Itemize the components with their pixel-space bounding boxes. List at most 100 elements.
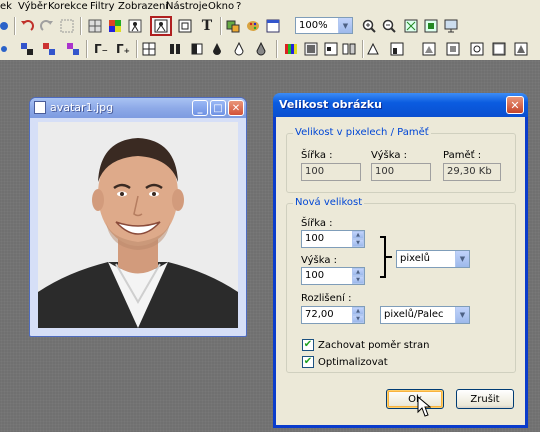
spin-down-icon[interactable]: ▼ [352,239,364,247]
maximize-icon[interactable]: □ [210,100,226,116]
resolution-unit-select[interactable]: pixelů/Palec ▼ [380,306,470,324]
cancel-button[interactable]: Zrušit [456,389,514,409]
minimize-icon[interactable]: _ [192,100,208,116]
split-icon[interactable] [340,40,358,58]
bars-icon[interactable] [166,40,184,58]
menu-file[interactable]: ek [0,1,12,12]
resolution-spinner[interactable]: 72,00 ▲ ▼ [301,306,365,324]
new-size-group-label: Nová velikost [293,197,365,208]
drop-half-icon[interactable] [252,40,270,58]
effect-red-icon[interactable] [40,40,58,58]
image-effect-icon[interactable] [512,40,530,58]
image-rotate-icon[interactable] [468,40,486,58]
current-height-field: 100 [371,163,431,181]
zoom-out-icon[interactable] [380,17,398,35]
chevron-down-icon[interactable]: ▼ [455,307,469,323]
spin-up-icon[interactable]: ▲ [352,268,364,276]
close-icon[interactable]: ✕ [228,100,244,116]
flip-icon[interactable] [364,40,382,58]
main-toolbar: T 100% ▼ [0,14,540,39]
menu-corrections[interactable]: Korekce [48,1,88,12]
dialog-titlebar[interactable]: Velikost obrázku ✕ [273,93,528,117]
grid-icon[interactable] [140,40,158,58]
chevron-down-icon[interactable]: ▼ [338,18,352,33]
current-width-field: 100 [301,163,361,181]
gamma-up-icon[interactable]: Γ₊ [114,40,132,58]
fullscreen-icon[interactable] [442,17,460,35]
unit-select[interactable]: pixelů ▼ [396,250,470,268]
menu-bar: ek Výběr Korekce Filtry Zobrazení Nástro… [0,0,540,14]
contrast-icon[interactable] [188,40,206,58]
gamma-down-icon[interactable]: Γ₋ [92,40,110,58]
unit-select-value: pixelů [400,253,431,264]
open-icon[interactable] [0,17,10,35]
effect-icon[interactable] [0,40,10,58]
spin-up-icon[interactable]: ▲ [352,231,364,239]
image-window-title: avatar1.jpg [50,101,114,114]
current-height-label: Výška : [371,150,407,161]
current-size-group-label: Velikost v pixelech / Paměť [293,127,431,138]
image-fit-icon[interactable] [420,40,438,58]
window-icon[interactable] [264,17,282,35]
resolution-label: Rozlišení : [301,293,352,304]
levels-icon[interactable] [302,40,320,58]
link-bracket-tick [386,256,392,258]
grid-icon[interactable] [86,17,104,35]
image-window-titlebar[interactable]: avatar1.jpg _ □ ✕ [30,98,246,118]
mouse-cursor-icon [417,396,431,417]
effect-blue-icon[interactable] [18,40,36,58]
image-crop-icon[interactable] [444,40,462,58]
optimize-checkbox[interactable]: ✔ [302,356,314,368]
text-icon[interactable]: T [198,17,216,35]
menu-filters[interactable]: Filtry [90,1,115,12]
person-icon[interactable] [126,17,144,35]
current-width-label: Šířka : [301,150,333,161]
close-icon[interactable]: ✕ [506,96,524,114]
new-width-value: 100 [305,233,325,244]
rotate-icon[interactable] [388,40,406,58]
chevron-down-icon[interactable]: ▼ [455,251,469,267]
menu-tools[interactable]: Nástroje [166,1,208,12]
palette-icon[interactable] [244,17,262,35]
fit-icon[interactable] [402,17,420,35]
resolution-value: 72,00 [305,309,334,320]
actual-size-icon[interactable] [422,17,440,35]
image-size-dialog[interactable]: Velikost obrázku ✕ Velikost v pixelech /… [273,93,528,428]
document-icon [34,101,46,114]
keep-ratio-checkbox[interactable]: ✔ [302,339,314,351]
image-frame-icon[interactable] [490,40,508,58]
menu-window[interactable]: Okno [208,1,234,12]
image-window[interactable]: avatar1.jpg _ □ ✕ [29,97,247,337]
resize-image-icon[interactable] [150,16,172,36]
new-width-label: Šířka : [301,218,333,229]
colors-icon[interactable] [106,17,124,35]
resolution-unit-value: pixelů/Palec [384,309,444,320]
redo-icon[interactable] [38,17,56,35]
menu-view[interactable]: Zobrazení [118,1,168,12]
menu-help[interactable]: ? [236,1,241,12]
canvas-icon[interactable] [176,17,194,35]
new-height-value: 100 [305,270,325,281]
mirror-icon[interactable] [322,40,340,58]
spin-down-icon[interactable]: ▼ [352,276,364,284]
adjust-toolbar: Γ₋ Γ₊ [0,38,540,61]
drop-outline-icon[interactable] [230,40,248,58]
select-icon[interactable] [58,17,76,35]
dialog-title: Velikost obrázku [279,98,382,111]
new-height-label: Výška : [301,255,337,266]
zoom-in-icon[interactable] [360,17,378,35]
color-bars-icon[interactable] [282,40,300,58]
new-width-spinner[interactable]: 100 ▲ ▼ [301,230,365,248]
memory-field: 29,30 Kb [443,163,501,181]
zoom-select[interactable]: 100% ▼ [295,17,353,34]
spin-down-icon[interactable]: ▼ [352,315,364,323]
spin-up-icon[interactable]: ▲ [352,307,364,315]
optimize-label: Optimalizovat [318,357,388,368]
drop-icon[interactable] [208,40,226,58]
ok-button[interactable]: Ok [386,389,444,409]
new-height-spinner[interactable]: 100 ▲ ▼ [301,267,365,285]
menu-selection[interactable]: Výběr [18,1,47,12]
tools-icon[interactable] [224,17,242,35]
undo-icon[interactable] [18,17,36,35]
effect-purple-icon[interactable] [64,40,82,58]
